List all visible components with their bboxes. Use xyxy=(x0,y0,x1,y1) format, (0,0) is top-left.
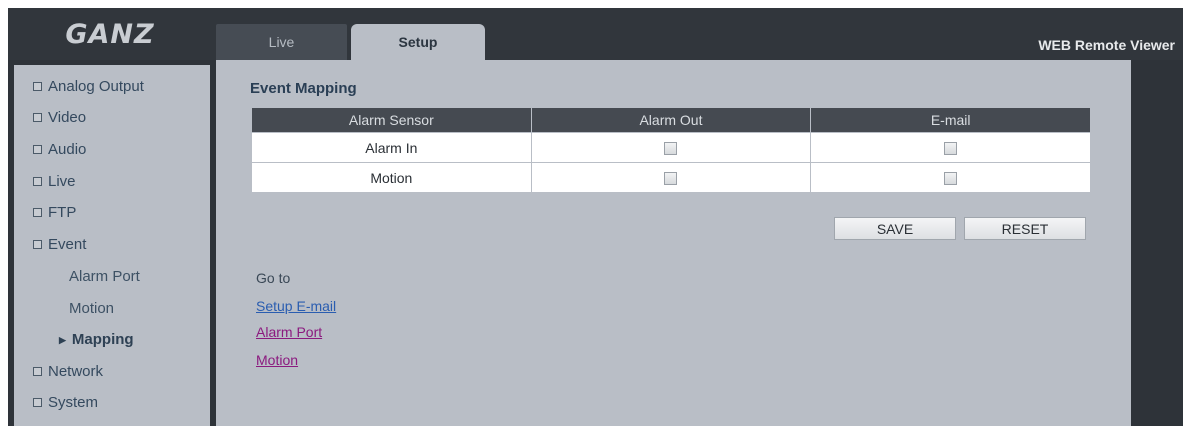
sidebar-item-video[interactable]: Video xyxy=(33,107,86,129)
goto-label: Go to xyxy=(256,270,291,286)
sensor-name-cell: Alarm In xyxy=(251,132,532,163)
event-mapping-table: Alarm Sensor Alarm Out E-mail Alarm In M… xyxy=(251,107,1091,193)
expand-icon xyxy=(33,81,42,91)
sidebar: Analog Output Video Audio Live FTP Event… xyxy=(14,65,210,426)
sensor-name-cell: Motion xyxy=(251,162,532,193)
email-cell xyxy=(810,162,1091,193)
expand-icon xyxy=(33,207,42,217)
sidebar-item-system[interactable]: System xyxy=(33,392,98,414)
sidebar-item-analog-output[interactable]: Analog Output xyxy=(33,76,144,98)
alarm-out-cell xyxy=(530,132,812,163)
motion-alarm-out-checkbox[interactable] xyxy=(664,172,678,186)
sidebar-item-ftp[interactable]: FTP xyxy=(33,202,76,224)
sidebar-item-label: Video xyxy=(48,109,87,126)
sidebar-subitem-alarm-port[interactable]: Alarm Port xyxy=(69,266,140,288)
table-row: Alarm In xyxy=(251,132,1091,163)
app-title: WEB Remote Viewer xyxy=(1038,37,1175,53)
sidebar-item-label: Audio xyxy=(48,141,87,158)
table-row: Motion xyxy=(251,162,1091,193)
alarm-in-email-checkbox[interactable] xyxy=(944,142,958,156)
tab-live[interactable]: Live xyxy=(216,24,347,60)
motion-link[interactable]: Motion xyxy=(256,352,298,368)
sidebar-subitem-motion[interactable]: Motion xyxy=(69,298,114,320)
expand-icon xyxy=(33,112,42,122)
header-bar: GANZ Live Setup WEB Remote Viewer xyxy=(8,8,1183,60)
expand-icon xyxy=(33,239,42,249)
alarm-port-link[interactable]: Alarm Port xyxy=(256,324,322,340)
sidebar-item-event[interactable]: Event xyxy=(33,234,86,256)
expand-icon xyxy=(33,144,42,154)
alarm-out-cell xyxy=(530,162,812,193)
sidebar-item-network[interactable]: Network xyxy=(33,361,103,383)
sidebar-item-label: Event xyxy=(48,236,87,253)
sidebar-item-label: Mapping xyxy=(71,331,134,348)
sidebar-item-label: Analog Output xyxy=(48,78,144,95)
setup-email-link[interactable]: Setup E-mail xyxy=(256,298,336,314)
sidebar-subitem-mapping[interactable]: ▶ Mapping xyxy=(59,329,134,351)
sidebar-item-live[interactable]: Live xyxy=(33,171,76,193)
alarm-in-alarm-out-checkbox[interactable] xyxy=(664,142,678,156)
sidebar-item-label: Network xyxy=(48,363,104,380)
sidebar-item-label: FTP xyxy=(48,204,77,221)
page-title: Event Mapping xyxy=(250,80,357,97)
triangle-right-icon: ▶ xyxy=(59,335,66,345)
motion-email-checkbox[interactable] xyxy=(944,172,958,186)
sidebar-item-audio[interactable]: Audio xyxy=(33,139,86,161)
sidebar-item-label: System xyxy=(48,394,99,411)
column-header-alarm-out: Alarm Out xyxy=(530,107,812,133)
save-button[interactable]: SAVE xyxy=(834,217,956,240)
app-window: GANZ Live Setup WEB Remote Viewer Analog… xyxy=(8,8,1183,426)
main-panel: Event Mapping Alarm Sensor Alarm Out E-m… xyxy=(216,60,1131,426)
expand-icon xyxy=(33,176,42,186)
expand-icon xyxy=(33,366,42,376)
ganz-logo: GANZ xyxy=(65,18,155,50)
tab-setup[interactable]: Setup xyxy=(351,24,485,60)
column-header-email: E-mail xyxy=(810,107,1091,133)
column-header-alarm-sensor: Alarm Sensor xyxy=(251,107,532,133)
email-cell xyxy=(810,132,1091,163)
sidebar-item-label: Live xyxy=(48,173,76,190)
reset-button[interactable]: RESET xyxy=(964,217,1086,240)
table-header-row: Alarm Sensor Alarm Out E-mail xyxy=(251,107,1091,133)
expand-icon xyxy=(33,397,42,407)
